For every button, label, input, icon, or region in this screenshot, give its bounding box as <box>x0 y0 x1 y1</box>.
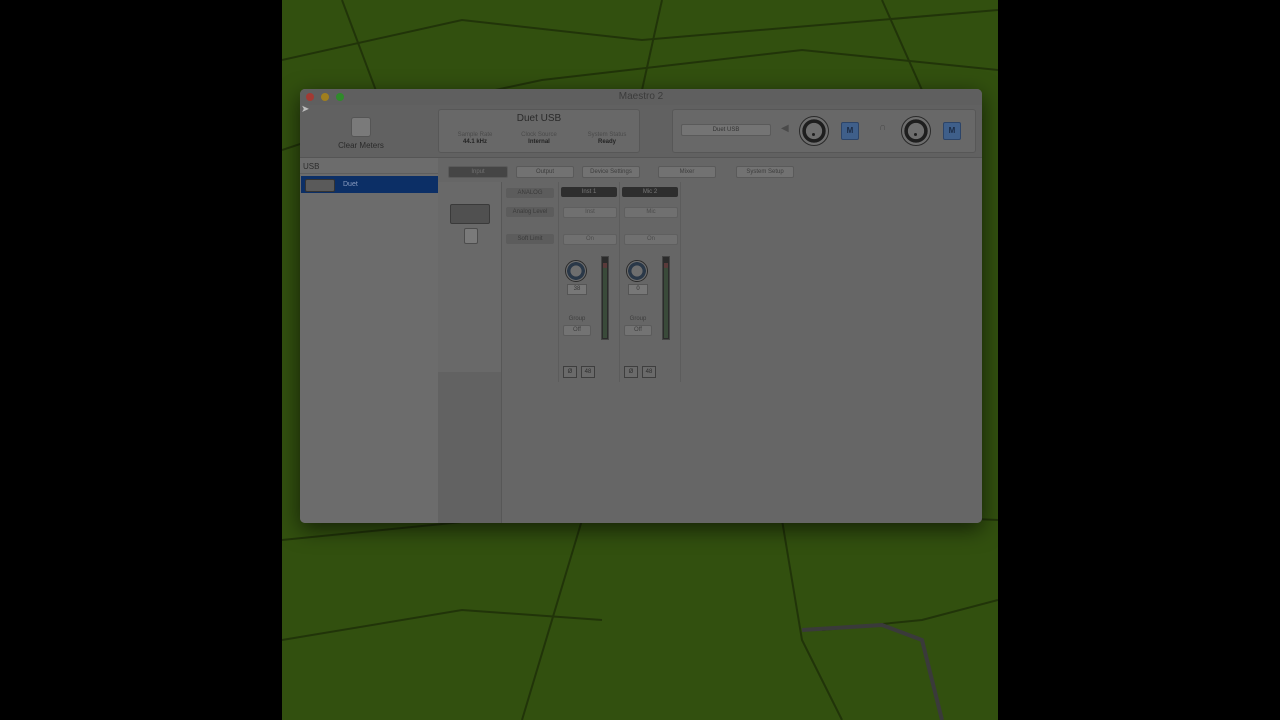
clock-source-value: Internal <box>528 139 550 145</box>
tab-device-settings[interactable]: Device Settings <box>582 166 640 178</box>
device-name: Duet USB <box>516 113 562 124</box>
clear-meters-label: Clear Meters <box>338 141 384 150</box>
group-select[interactable]: Off <box>624 325 652 336</box>
headphone-volume-knob[interactable] <box>901 116 931 146</box>
system-status-label: System Status <box>587 132 627 138</box>
input-level-meter <box>662 256 670 340</box>
input-level-meter <box>601 256 609 340</box>
sample-rate-value: 44.1 kHz <box>462 139 487 145</box>
tab-system-setup[interactable]: System Setup <box>736 166 794 178</box>
headphone-icon: ∩ <box>879 122 887 133</box>
mouse-cursor-icon: ➤ <box>301 104 310 115</box>
window-titlebar[interactable]: Maestro 2 <box>300 89 982 105</box>
toolbar: Clear Meters Duet USB Sample Rate 44.1 k… <box>300 105 982 158</box>
row-labels-column: ANALOG Analog Level Soft Limit <box>502 182 559 382</box>
sidebar-item-duet[interactable]: Duet <box>301 176 438 193</box>
device-column-spacer <box>438 372 502 523</box>
device-info-panel: Duet USB Sample Rate 44.1 kHz Clock Sour… <box>438 109 640 153</box>
clock-source-label: Clock Source <box>521 132 557 138</box>
sample-rate-label: Sample Rate <box>457 132 493 138</box>
group-label: Group <box>629 316 647 322</box>
channel-name[interactable]: Inst 1 <box>561 187 617 197</box>
close-window-button[interactable] <box>306 93 314 101</box>
monitor-device-select[interactable]: Duet USB <box>681 124 771 136</box>
analog-section-label: ANALOG <box>506 188 554 198</box>
soft-limit-button[interactable]: On <box>563 234 617 245</box>
sidebar-header-usb: USB <box>300 160 438 174</box>
phantom-power-button[interactable]: 48 <box>581 366 595 378</box>
phantom-power-button[interactable]: 48 <box>642 366 656 378</box>
monitor-volume-knob[interactable] <box>799 116 829 146</box>
sample-rate-info: Sample Rate 44.1 kHz <box>445 132 505 145</box>
channel-strip-mic-2: Mic 2 Mic On 0 Group Off Ø 48 <box>620 182 681 382</box>
soft-limit-button[interactable]: On <box>624 234 678 245</box>
sidebar-item-label: Duet <box>343 181 358 188</box>
speaker-icon: ◀ <box>781 123 789 134</box>
monitor-panel: Duet USB ◀ M ∩ M <box>672 109 976 153</box>
analog-level-button[interactable]: Inst <box>563 207 617 218</box>
gain-value[interactable]: 38 <box>567 284 587 295</box>
window-title: Maestro 2 <box>618 91 664 102</box>
clear-meters-control[interactable]: Clear Meters <box>334 117 388 150</box>
device-switch-icon[interactable] <box>464 228 478 244</box>
tab-mixer[interactable]: Mixer <box>658 166 716 178</box>
phase-invert-button[interactable]: Ø <box>624 366 638 378</box>
meter-fill <box>664 262 668 338</box>
duet-device-image <box>450 204 490 224</box>
meter-fill <box>603 262 607 338</box>
clear-meters-button[interactable] <box>351 117 371 137</box>
channel-strip-inst-1: Inst 1 Inst On 38 Group Off Ø 48 <box>559 182 620 382</box>
gain-knob[interactable] <box>565 260 587 282</box>
system-status-info: System Status Ready <box>577 132 637 145</box>
minimize-window-button[interactable] <box>321 93 329 101</box>
gain-value[interactable]: 0 <box>628 284 648 295</box>
group-select[interactable]: Off <box>563 325 591 336</box>
gain-knob[interactable] <box>626 260 648 282</box>
system-status-value: Ready <box>597 139 616 145</box>
analog-level-button[interactable]: Mic <box>624 207 678 218</box>
device-image-panel <box>438 182 502 373</box>
tab-input[interactable]: Input <box>448 166 508 178</box>
maestro-window: Maestro 2 Clear Meters Duet USB Sample R… <box>300 89 982 523</box>
channel-name[interactable]: Mic 2 <box>622 187 678 197</box>
soft-limit-label: Soft Limit <box>506 234 554 244</box>
monitor-mute-button[interactable]: M <box>841 122 859 140</box>
clock-source-info: Clock Source Internal <box>509 132 569 145</box>
phase-invert-button[interactable]: Ø <box>563 366 577 378</box>
device-sidebar: USB Duet <box>300 158 438 523</box>
duet-device-icon <box>305 179 335 192</box>
main-panel: Input Output Device Settings Mixer Syste… <box>438 158 982 523</box>
group-label: Group <box>568 316 586 322</box>
headphone-mute-button[interactable]: M <box>943 122 961 140</box>
analog-level-label: Analog Level <box>506 207 554 217</box>
tab-output[interactable]: Output <box>516 166 574 178</box>
zoom-window-button[interactable] <box>336 93 344 101</box>
